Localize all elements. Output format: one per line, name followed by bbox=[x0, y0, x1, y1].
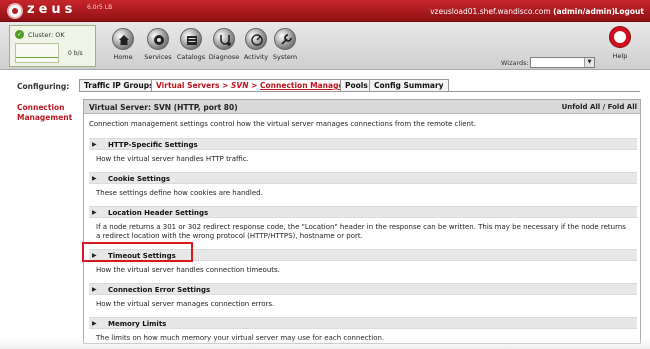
hostname: vzeusload01.shef.wandisco.com bbox=[430, 7, 551, 16]
fold-controls: Unfold All / Fold All bbox=[562, 103, 637, 111]
section-http-specific[interactable]: ▶ HTTP-Specific Settings bbox=[89, 138, 637, 150]
services-icon bbox=[147, 28, 169, 50]
system-button[interactable]: System bbox=[268, 24, 302, 68]
fold-all-link[interactable]: Fold All bbox=[608, 103, 637, 111]
tab-pools[interactable]: Pools bbox=[340, 79, 373, 91]
page-title: Connection Management bbox=[17, 103, 73, 122]
section-connection-error[interactable]: ▶ Connection Error Settings bbox=[89, 283, 637, 295]
zeus-logo-icon bbox=[7, 3, 23, 19]
tabs-divider bbox=[79, 91, 640, 92]
user-info: vzeusload01.shef.wandisco.com (admin/adm… bbox=[430, 7, 615, 16]
wrench-icon bbox=[274, 28, 296, 50]
section-title: Cookie Settings bbox=[108, 175, 171, 183]
section-memory-limits[interactable]: ▶ Memory Limits bbox=[89, 317, 637, 329]
section-description: These settings define how cookies are ha… bbox=[96, 189, 263, 197]
lifebuoy-icon bbox=[610, 27, 630, 47]
panel-description: Connection management settings control h… bbox=[89, 120, 476, 128]
home-button[interactable]: Home bbox=[106, 24, 140, 68]
logout-link[interactable]: Logout bbox=[615, 7, 644, 16]
section-location-header[interactable]: ▶ Location Header Settings bbox=[89, 206, 637, 218]
tab-virtual-servers-breadcrumb[interactable]: Virtual Servers > SVN > Connection Manag… bbox=[151, 79, 371, 91]
tab-traffic-ip-groups[interactable]: Traffic IP Groups bbox=[79, 79, 159, 91]
services-button[interactable]: Services bbox=[141, 24, 175, 68]
section-title: Location Header Settings bbox=[108, 209, 209, 217]
chevron-down-icon: ▼ bbox=[584, 58, 594, 67]
settings-panel: Virtual Server: SVN (HTTP, port 80) Unfo… bbox=[83, 99, 641, 344]
diagnose-label: Diagnose bbox=[208, 53, 240, 61]
home-label: Home bbox=[113, 53, 133, 61]
panel-header: Virtual Server: SVN (HTTP, port 80) Unfo… bbox=[84, 100, 640, 114]
catalogs-button[interactable]: Catalogs bbox=[174, 24, 208, 68]
breadcrumb-separator: > bbox=[251, 81, 258, 90]
expand-arrow-icon: ▶ bbox=[92, 175, 97, 182]
diagnose-button[interactable]: Diagnose bbox=[207, 24, 241, 68]
user-role: (admin/admin) bbox=[553, 7, 615, 16]
timeout-highlight-box bbox=[82, 242, 193, 262]
help-button[interactable]: Help bbox=[606, 27, 634, 60]
title-bar: zeus 6.0r5 LB vzeusload01.shef.wandisco.… bbox=[0, 0, 650, 22]
unfold-all-link[interactable]: Unfold All bbox=[562, 103, 601, 111]
services-label: Services bbox=[144, 53, 172, 61]
product-version: 6.0r5 LB bbox=[87, 4, 113, 11]
catalogs-label: Catalogs bbox=[176, 53, 206, 61]
fold-separator: / bbox=[602, 103, 606, 111]
expand-arrow-icon: ▶ bbox=[92, 209, 97, 216]
tab-config-summary[interactable]: Config Summary bbox=[369, 79, 449, 91]
system-label: System bbox=[272, 53, 298, 61]
throughput-graph bbox=[15, 43, 59, 63]
help-label: Help bbox=[612, 52, 628, 60]
section-title: HTTP-Specific Settings bbox=[108, 141, 198, 149]
breadcrumb-separator: > bbox=[222, 81, 229, 90]
diagnose-icon bbox=[213, 28, 235, 50]
virtual-server-title: Virtual Server: SVN (HTTP, port 80) bbox=[89, 103, 238, 112]
cluster-status: Cluster: OK bbox=[28, 31, 65, 39]
section-title: Memory Limits bbox=[108, 320, 167, 328]
breadcrumb-virtual-servers[interactable]: Virtual Servers bbox=[156, 81, 219, 90]
activity-icon bbox=[245, 28, 267, 50]
wizards-label: Wizards: bbox=[501, 59, 529, 67]
catalogs-icon bbox=[180, 28, 202, 50]
expand-arrow-icon: ▶ bbox=[92, 141, 97, 148]
expand-arrow-icon: ▶ bbox=[92, 320, 97, 327]
throughput-value: 0 b/s bbox=[68, 50, 83, 57]
wizards-select[interactable]: ▼ bbox=[530, 57, 595, 68]
bottom-fade bbox=[0, 338, 650, 349]
expand-arrow-icon: ▶ bbox=[92, 286, 97, 293]
breadcrumb-svn[interactable]: SVN bbox=[231, 81, 248, 90]
check-icon: ✓ bbox=[15, 30, 24, 39]
main-toolbar: ✓ Cluster: OK 0 b/s Home Services Catalo… bbox=[0, 22, 650, 70]
section-description: If a node returns a 301 or 302 redirect … bbox=[96, 223, 626, 240]
section-description: How the virtual server handles HTTP traf… bbox=[96, 155, 249, 163]
section-description: How the virtual server manages connectio… bbox=[96, 300, 275, 308]
configuring-label: Configuring: bbox=[17, 82, 70, 91]
section-description: How the virtual server handles connectio… bbox=[96, 266, 280, 274]
cluster-status-panel[interactable]: ✓ Cluster: OK 0 b/s bbox=[9, 25, 96, 67]
section-title: Connection Error Settings bbox=[108, 286, 211, 294]
brand-name: zeus bbox=[27, 2, 77, 17]
section-cookie[interactable]: ▶ Cookie Settings bbox=[89, 172, 637, 184]
home-icon bbox=[112, 28, 134, 50]
